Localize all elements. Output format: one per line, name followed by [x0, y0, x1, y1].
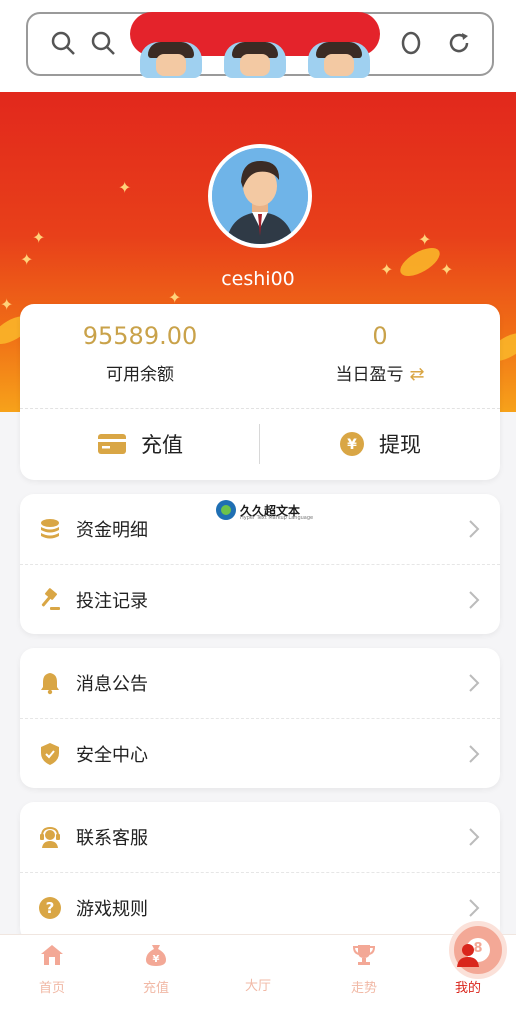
menu-item-label: 游戏规则: [76, 898, 148, 920]
avatar-decoration: [308, 42, 370, 78]
tab-label: 走势: [350, 981, 377, 996]
recharge-label: 充值: [141, 433, 183, 457]
headset-icon: [40, 826, 60, 848]
watermark-logo-icon: [216, 500, 236, 520]
tab-label: 首页: [38, 981, 65, 996]
menu-group: 联系客服 ? 游戏规则: [20, 802, 500, 942]
menu-item-customer-service[interactable]: 联系客服: [20, 802, 500, 872]
tab-home[interactable]: 首页: [12, 943, 92, 996]
menu-item-bet-records[interactable]: 投注记录: [20, 564, 500, 634]
svg-text:¥: ¥: [347, 437, 357, 453]
tab-label: 大厅: [244, 979, 271, 994]
bell-icon: [41, 673, 59, 695]
coins-icon: [41, 519, 59, 539]
sparkle-icon: ✦: [20, 250, 34, 269]
gavel-icon: [41, 587, 60, 610]
available-balance-value: 95589.00: [82, 322, 198, 350]
tab-trends[interactable]: 走势: [324, 943, 404, 996]
svg-text:¥: ¥: [153, 954, 160, 965]
daily-pnl-label-wrap: 当日盈亏 ⇄: [260, 360, 500, 385]
watermark: 久久超文本 Hyper Text Markup Language: [216, 500, 313, 521]
chevron-right-icon: [469, 674, 480, 692]
trophy-icon: [352, 945, 376, 965]
swap-icon[interactable]: ⇄: [409, 364, 424, 385]
sparkle-icon: ✦: [0, 295, 14, 314]
yen-icon: ¥: [340, 432, 364, 456]
card-icon: [98, 434, 126, 454]
chevron-right-icon: [469, 591, 480, 609]
tab-recharge[interactable]: ¥ 充值: [116, 943, 196, 996]
tab-label: 充值: [142, 981, 169, 996]
question-icon: ?: [39, 896, 61, 919]
available-balance-label: 可用余额: [106, 365, 174, 385]
sparkle-icon: ✦: [418, 230, 432, 249]
withdraw-button[interactable]: ¥ 提现: [260, 408, 500, 480]
username: ceshi00: [221, 268, 295, 290]
bottom-tab-bar: 首页 ¥ 充值 8 大厅 走势 我的: [0, 921, 516, 1024]
menu-item-label: 投注记录: [76, 590, 148, 612]
chevron-right-icon: [469, 899, 480, 917]
search-icon[interactable]: [50, 30, 76, 56]
menu-item-announcements[interactable]: 消息公告: [20, 648, 500, 718]
tab-lobby[interactable]: 8 大厅: [218, 921, 507, 994]
circle-icon[interactable]: [398, 30, 424, 56]
avatar[interactable]: [208, 144, 312, 248]
money-bag-icon: ¥: [146, 945, 166, 966]
menu-item-label: 资金明细: [76, 520, 148, 541]
chevron-right-icon: [469, 520, 480, 538]
search-icon[interactable]: [90, 30, 116, 56]
daily-pnl-label: 当日盈亏: [335, 365, 404, 385]
user-avatar-icon: [212, 148, 308, 244]
chevron-right-icon: [469, 828, 480, 846]
refresh-icon[interactable]: [446, 30, 472, 56]
svg-text:?: ?: [46, 899, 55, 917]
menu-item-label: 消息公告: [76, 674, 148, 695]
daily-pnl-value: 0: [372, 322, 388, 350]
watermark-subtext: Hyper Text Markup Language: [240, 515, 314, 521]
tab-label: 我的: [454, 981, 481, 996]
sparkle-icon: ✦: [32, 228, 46, 247]
sparkle-icon: ✦: [118, 178, 132, 197]
chevron-right-icon: [469, 745, 480, 763]
menu-item-label: 安全中心: [76, 744, 148, 766]
menu-group: 消息公告 安全中心: [20, 648, 500, 788]
available-balance: 95589.00 可用余额: [20, 322, 260, 385]
top-bar: [0, 0, 516, 92]
withdraw-label: 提现: [379, 433, 421, 457]
person-icon: [457, 944, 479, 967]
menu-item-game-rules[interactable]: ? 游戏规则: [20, 872, 500, 942]
balance-card: 95589.00 可用余额 0 当日盈亏 ⇄ 充值 ¥ 提现: [20, 304, 500, 480]
recharge-button[interactable]: 充值: [20, 408, 260, 480]
daily-pnl[interactable]: 0 当日盈亏 ⇄: [260, 322, 500, 385]
tab-mine[interactable]: 我的: [428, 943, 508, 996]
avatar-decoration: [140, 42, 202, 78]
menu-item-security-center[interactable]: 安全中心: [20, 718, 500, 788]
menu-item-label: 联系客服: [76, 828, 148, 849]
shield-icon: [41, 742, 59, 765]
avatar-decoration: [224, 42, 286, 78]
home-icon: [41, 945, 63, 965]
